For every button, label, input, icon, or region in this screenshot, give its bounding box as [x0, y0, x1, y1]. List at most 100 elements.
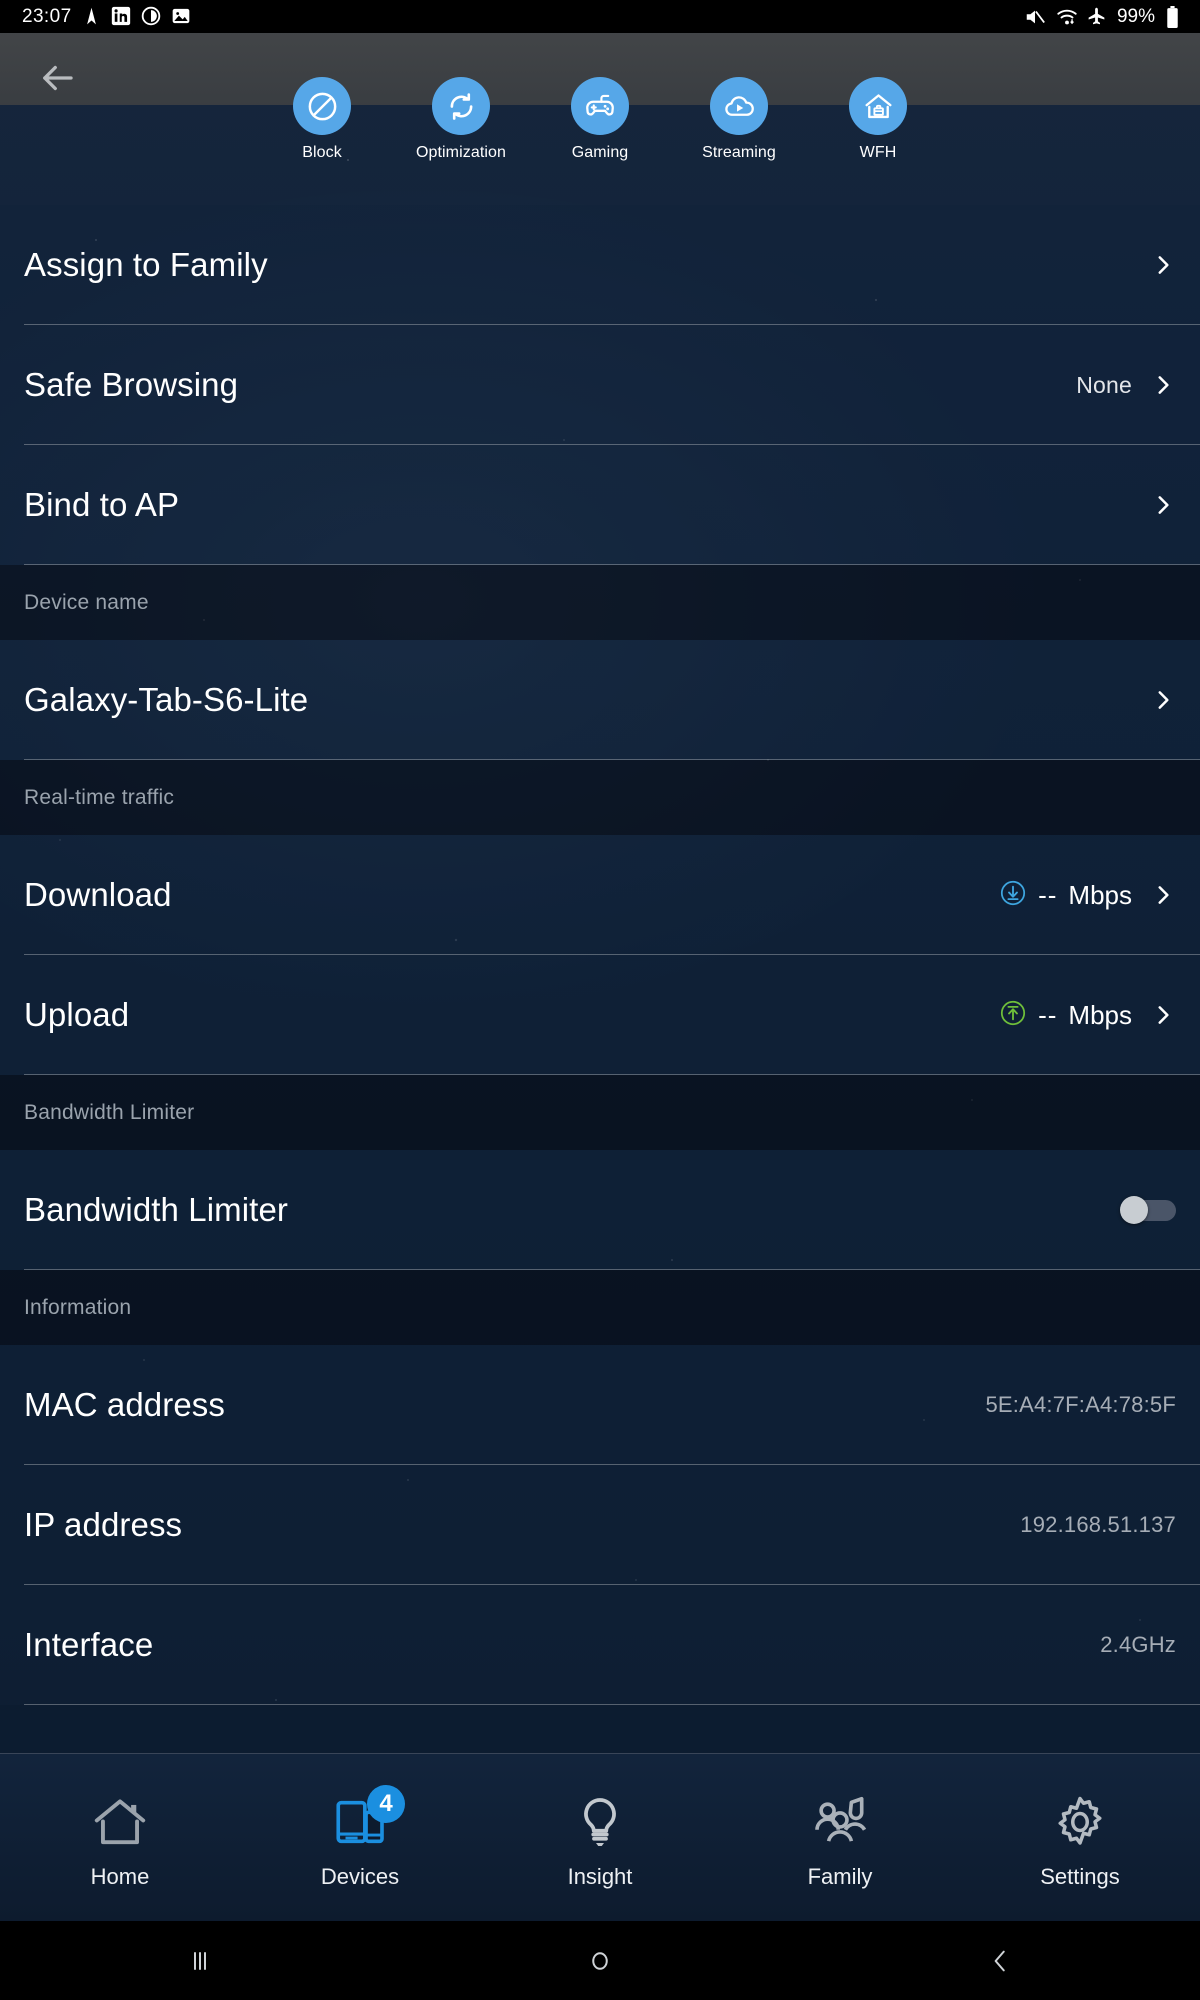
- download-unit: Mbps: [1068, 879, 1132, 910]
- nav-item-label: Settings: [1040, 1864, 1120, 1890]
- quick-action-label: Gaming: [571, 144, 629, 161]
- bottom-navigation-bar: Home 4 Devices Insight Family Settings: [0, 1753, 1200, 1921]
- upload-speed-cell: -- Mbps: [999, 999, 1132, 1032]
- section-label: Information: [24, 1295, 132, 1319]
- quick-action-streaming[interactable]: Streaming: [670, 77, 809, 162]
- chevron-right-icon: [1150, 252, 1176, 278]
- upload-unit: Mbps: [1068, 999, 1132, 1030]
- nav-item-settings[interactable]: Settings: [960, 1754, 1200, 1921]
- row-ip-address: IP address 192.168.51.137: [0, 1465, 1200, 1585]
- download-value: --: [1038, 879, 1058, 910]
- section-label: Bandwidth Limiter: [24, 1100, 195, 1124]
- row-title: Upload: [24, 996, 130, 1033]
- row-title: Bandwidth Limiter: [24, 1191, 288, 1228]
- section-header-bandwidth-limiter: Bandwidth Limiter: [0, 1075, 1200, 1150]
- home-icon: [89, 1789, 151, 1855]
- nav-item-insight[interactable]: Insight: [480, 1754, 720, 1921]
- nav-item-devices[interactable]: 4 Devices: [240, 1754, 480, 1921]
- row-device-name[interactable]: Galaxy-Tab-S6-Lite: [0, 640, 1200, 760]
- row-title: Interface: [24, 1626, 154, 1663]
- status-clock: 23:07: [22, 5, 72, 27]
- airplane-mode-icon: [1086, 6, 1107, 27]
- row-safe-browsing[interactable]: Safe Browsing None: [0, 325, 1200, 445]
- section-label: Real-time traffic: [24, 785, 175, 809]
- row-bind-to-ap[interactable]: Bind to AP: [0, 445, 1200, 565]
- chevron-right-icon: [1150, 882, 1176, 908]
- wifi-icon: [1055, 6, 1077, 27]
- battery-percent: 99%: [1116, 5, 1155, 27]
- chevron-right-icon: [1150, 1002, 1176, 1028]
- chevron-right-icon: [1150, 372, 1176, 398]
- nav-item-label: Family: [807, 1864, 873, 1890]
- quick-action-label: Streaming: [702, 144, 776, 161]
- section-header-information: Information: [0, 1270, 1200, 1345]
- status-bar-left: 23:07: [22, 6, 192, 28]
- toggle-knob: [1120, 1196, 1148, 1224]
- row-title: Safe Browsing: [24, 366, 239, 403]
- quick-action-gaming[interactable]: Gaming: [531, 77, 670, 162]
- quick-action-label: WFH: [859, 144, 897, 161]
- cloud-play-icon: [710, 77, 768, 135]
- home-circle-icon[interactable]: [400, 1921, 800, 2000]
- gear-icon: [1050, 1789, 1110, 1855]
- nav-item-family[interactable]: Family: [720, 1754, 960, 1921]
- row-value: 192.168.51.137: [1020, 1512, 1176, 1537]
- devices-badge: 4: [367, 1785, 405, 1824]
- row-value: None: [1076, 371, 1132, 398]
- quick-action-label: Block: [302, 144, 342, 161]
- download-speed-cell: -- Mbps: [999, 879, 1132, 912]
- gamepad-icon: [571, 77, 629, 135]
- recents-icon[interactable]: [0, 1921, 400, 2000]
- row-upload[interactable]: Upload -- Mbps: [0, 955, 1200, 1075]
- row-interface: Interface 2.4GHz: [0, 1585, 1200, 1705]
- section-header-realtime-traffic: Real-time traffic: [0, 760, 1200, 835]
- nav-item-label: Home: [90, 1864, 150, 1890]
- row-title: Galaxy-Tab-S6-Lite: [24, 681, 309, 718]
- row-title: IP address: [24, 1506, 183, 1543]
- nav-item-label: Devices: [320, 1864, 400, 1890]
- row-title: Download: [24, 876, 172, 913]
- nav-item-label: Insight: [567, 1864, 633, 1890]
- bandwidth-limiter-toggle[interactable]: [1120, 1196, 1176, 1224]
- upload-arrow-icon: [999, 999, 1027, 1032]
- quick-action-block[interactable]: Block: [253, 77, 392, 162]
- row-download[interactable]: Download -- Mbps: [0, 835, 1200, 955]
- bulb-icon: [570, 1789, 630, 1855]
- row-assign-to-family[interactable]: Assign to Family: [0, 205, 1200, 325]
- nav-item-home[interactable]: Home: [0, 1754, 240, 1921]
- row-title: Bind to AP: [24, 486, 180, 523]
- row-title: MAC address: [24, 1386, 226, 1423]
- gallery-icon: [171, 6, 192, 27]
- chevron-right-icon: [1150, 687, 1176, 713]
- section-header-device-name: Device name: [0, 565, 1200, 640]
- navigation-icon: [81, 6, 102, 27]
- linkedin-icon: [111, 6, 132, 27]
- quick-action-wfh[interactable]: WFH: [809, 77, 948, 162]
- android-status-bar: 23:07 99%: [0, 0, 1200, 33]
- battery-icon: [1165, 6, 1186, 28]
- row-value: 2.4GHz: [1100, 1632, 1176, 1657]
- android-navigation-bar: [0, 1921, 1200, 2000]
- row-mac-address: MAC address 5E:A4:7F:A4:78:5F: [0, 1345, 1200, 1465]
- back-chevron-icon[interactable]: [800, 1921, 1200, 2000]
- family-icon: [809, 1789, 871, 1855]
- mute-icon: [1024, 6, 1045, 27]
- home-briefcase-icon: [849, 77, 907, 135]
- device-detail-list: Assign to Family Safe Browsing None Bind…: [0, 205, 1200, 1753]
- back-arrow-icon[interactable]: [36, 57, 78, 99]
- row-value: 5E:A4:7F:A4:78:5F: [985, 1392, 1176, 1417]
- status-bar-right: 99%: [1024, 6, 1186, 28]
- refresh-sync-icon: [432, 77, 490, 135]
- quick-actions-row: Block Optimization Gaming Streaming WFH: [0, 77, 1200, 205]
- upload-value: --: [1038, 999, 1058, 1030]
- quick-action-optimization[interactable]: Optimization: [392, 77, 531, 162]
- app-screen: 23:07 99% Block Optimization Gaming Stre…: [0, 0, 1200, 2000]
- row-bandwidth-limiter[interactable]: Bandwidth Limiter: [0, 1150, 1200, 1270]
- download-arrow-icon: [999, 879, 1027, 912]
- devices-icon: 4: [331, 1785, 405, 1855]
- chevron-right-icon: [1150, 492, 1176, 518]
- section-label: Device name: [24, 590, 149, 614]
- block-icon: [293, 77, 351, 135]
- quick-action-label: Optimization: [415, 144, 507, 161]
- row-title: Assign to Family: [24, 246, 268, 283]
